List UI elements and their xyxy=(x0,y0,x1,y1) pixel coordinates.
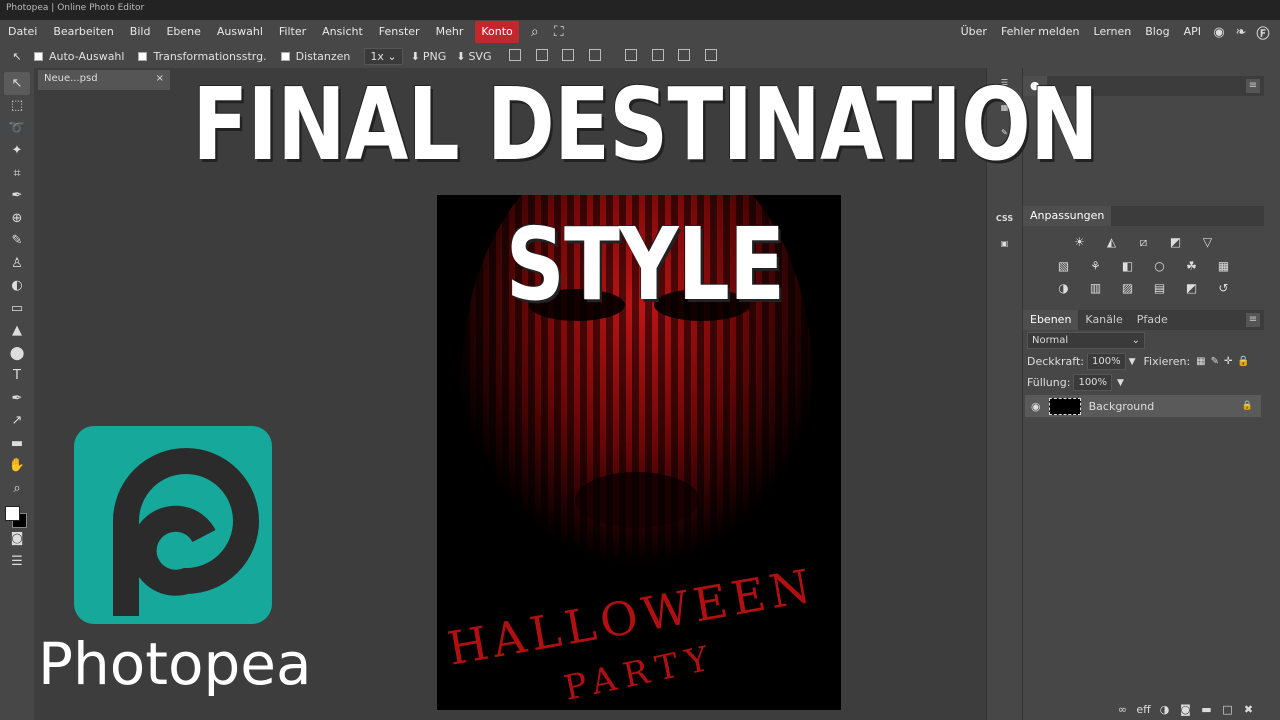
healing-brush-icon[interactable]: ⊕ xyxy=(4,207,30,230)
menu-more[interactable]: Mehr xyxy=(428,21,472,43)
lasso-tool-icon[interactable]: ➰ xyxy=(4,117,30,140)
marquee-tool-icon[interactable]: ⬚ xyxy=(4,95,30,118)
menu-image[interactable]: Bild xyxy=(122,21,159,43)
quick-mask-icon[interactable]: ◙ xyxy=(4,528,30,551)
layer-thumbnail xyxy=(1048,397,1081,415)
panel-menu-icon[interactable]: ≡ xyxy=(1246,313,1260,327)
lock-pixels-icon[interactable]: ▦ xyxy=(1196,356,1205,367)
link-api[interactable]: API xyxy=(1177,21,1208,43)
hand-tool-icon[interactable]: ✋ xyxy=(4,455,30,478)
zoom-tool-icon[interactable]: ⌕ xyxy=(4,477,30,500)
brush-tool-icon[interactable]: ✎ xyxy=(4,230,30,253)
opacity-dropdown-icon[interactable]: ▼ xyxy=(1129,357,1136,367)
lock-icon: 🔒 xyxy=(1241,401,1253,411)
vibrance-icon[interactable]: ▽ xyxy=(1197,232,1219,252)
new-layer-icon[interactable]: □ xyxy=(1217,703,1238,716)
menu-right-links: Über Fehler melden Lernen Blog API ◉ ❧ Ⓕ xyxy=(954,20,1274,44)
link-about[interactable]: Über xyxy=(954,21,994,43)
path-select-icon[interactable]: ↗ xyxy=(4,410,30,433)
link-report-bug[interactable]: Fehler melden xyxy=(994,21,1087,43)
magic-wand-icon[interactable]: ✦ xyxy=(4,140,30,163)
screen-mode-icon[interactable]: ☰ xyxy=(4,550,30,573)
fullscreen-icon[interactable]: ⛶ xyxy=(547,24,571,40)
menu-layer[interactable]: Ebene xyxy=(158,21,208,43)
fill-input[interactable]: 100% xyxy=(1073,374,1113,391)
lock-brush-icon[interactable]: ✎ xyxy=(1211,356,1219,367)
link-blog[interactable]: Blog xyxy=(1138,21,1176,43)
blend-mode-value: Normal xyxy=(1032,335,1069,346)
link-layers-icon[interactable]: ∞ xyxy=(1112,703,1133,716)
lock-all-icon[interactable]: 🔒 xyxy=(1237,356,1249,367)
panel-menu-icon[interactable]: ≡ xyxy=(1246,79,1260,93)
type-tool-icon[interactable]: T xyxy=(4,365,30,388)
opacity-row: Deckkraft: 100% ▼ Fixieren: ▦ ✎ ✛ 🔒 xyxy=(1023,351,1264,372)
facebook-icon[interactable]: Ⓕ xyxy=(1252,23,1274,42)
trash-icon[interactable]: ✖ xyxy=(1238,703,1259,716)
window-title-bar: Photopea | Online Photo Editor xyxy=(0,0,1280,20)
shape-tool-icon[interactable]: ▬ xyxy=(4,432,30,455)
clone-stamp-icon[interactable]: ♙ xyxy=(4,252,30,275)
menu-edit[interactable]: Bearbeiten xyxy=(45,21,121,43)
chevron-down-icon: ⌄ xyxy=(1131,335,1140,346)
layers-footer: ∞ eff ◑ ◙ ▬ □ ✖ xyxy=(1023,698,1265,720)
checkbox-box[interactable] xyxy=(34,51,43,61)
twitter-icon[interactable]: ❧ xyxy=(1230,23,1252,41)
photopea-logo xyxy=(74,426,272,624)
checkbox-box[interactable] xyxy=(138,51,148,61)
opacity-input[interactable]: 100% xyxy=(1087,353,1126,370)
menu-file[interactable]: Datei xyxy=(0,21,45,43)
layer-row-background[interactable]: ◉ Background 🔒 xyxy=(1025,395,1261,417)
fill-label: Füllung: xyxy=(1027,376,1071,389)
channel-mixer-icon[interactable]: ☘ xyxy=(1181,256,1203,276)
folder-icon[interactable]: ▬ xyxy=(1196,703,1217,716)
eyedropper-icon[interactable]: ✒ xyxy=(4,185,30,208)
photo-filter-icon[interactable]: ○ xyxy=(1149,256,1171,276)
menu-filter[interactable]: Filter xyxy=(271,21,314,43)
fill-row: Füllung: 100% ▼ xyxy=(1023,372,1264,393)
menu-view[interactable]: Ansicht xyxy=(314,21,371,43)
auto-select-checkbox[interactable]: Auto-Auswahl xyxy=(34,50,124,63)
lock-position-icon[interactable]: ✛ xyxy=(1224,356,1232,367)
vertical-scrollbar[interactable] xyxy=(1264,68,1280,720)
photopea-logo-mark xyxy=(113,448,259,616)
selective-color-icon[interactable]: ◩ xyxy=(1181,278,1203,298)
mask-icon[interactable]: ◙ xyxy=(1175,703,1196,716)
window-title: Photopea | Online Photo Editor xyxy=(6,3,145,13)
replace-color-icon[interactable]: ↺ xyxy=(1213,278,1235,298)
link-learn[interactable]: Lernen xyxy=(1087,21,1139,43)
foreground-color-swatch[interactable] xyxy=(5,505,20,521)
dodge-tool-icon[interactable]: ⬤ xyxy=(4,342,30,365)
layer-name: Background xyxy=(1088,399,1155,413)
fill-dropdown-icon[interactable]: ▼ xyxy=(1117,378,1124,388)
headline-overlay: FINAL DESTINATION STYLE xyxy=(192,66,1098,323)
gradient-map-icon[interactable]: ▤ xyxy=(1149,278,1171,298)
menu-bar: Datei Bearbeiten Bild Ebene Auswahl Filt… xyxy=(0,20,1280,44)
exposure-icon[interactable]: ◩ xyxy=(1165,232,1187,252)
eye-icon[interactable]: ◉ xyxy=(1031,400,1041,413)
color-swatches[interactable] xyxy=(2,504,32,528)
adjustment-layer-icon[interactable]: ◑ xyxy=(1154,703,1175,716)
blur-tool-icon[interactable]: ▲ xyxy=(4,320,30,343)
crop-tool-icon[interactable]: ⌗ xyxy=(4,162,30,185)
move-tool-icon[interactable]: ↖ xyxy=(4,72,30,95)
menu-account[interactable]: Konto xyxy=(475,21,519,43)
opacity-label: Deckkraft: xyxy=(1027,355,1084,368)
menu-select[interactable]: Auswahl xyxy=(209,21,271,43)
document-tab-title: Neue...psd xyxy=(44,73,98,84)
auto-select-label: Auto-Auswahl xyxy=(49,49,125,63)
pen-tool-icon[interactable]: ✒ xyxy=(4,387,30,410)
search-icon[interactable]: ⌕ xyxy=(523,24,547,40)
lock-label: Fixieren: xyxy=(1143,355,1191,368)
gradient-tool-icon[interactable]: ▭ xyxy=(4,297,30,320)
menu-window[interactable]: Fenster xyxy=(371,21,428,43)
eraser-icon[interactable]: ◐ xyxy=(4,275,30,298)
reddit-icon[interactable]: ◉ xyxy=(1208,23,1230,41)
tools-panel: ↖ ⬚ ➰ ✦ ⌗ ✒ ⊕ ✎ ♙ ◐ ▭ ▲ ⬤ T ✒ ↗ ▬ ✋ ⌕ ◙ … xyxy=(0,68,34,720)
photopea-logo-text: Photopea xyxy=(38,630,312,698)
layer-effects-icon[interactable]: eff xyxy=(1133,703,1154,716)
color-lookup-icon[interactable]: ▦ xyxy=(1213,256,1235,276)
move-tool-icon: ↖ xyxy=(12,49,22,63)
